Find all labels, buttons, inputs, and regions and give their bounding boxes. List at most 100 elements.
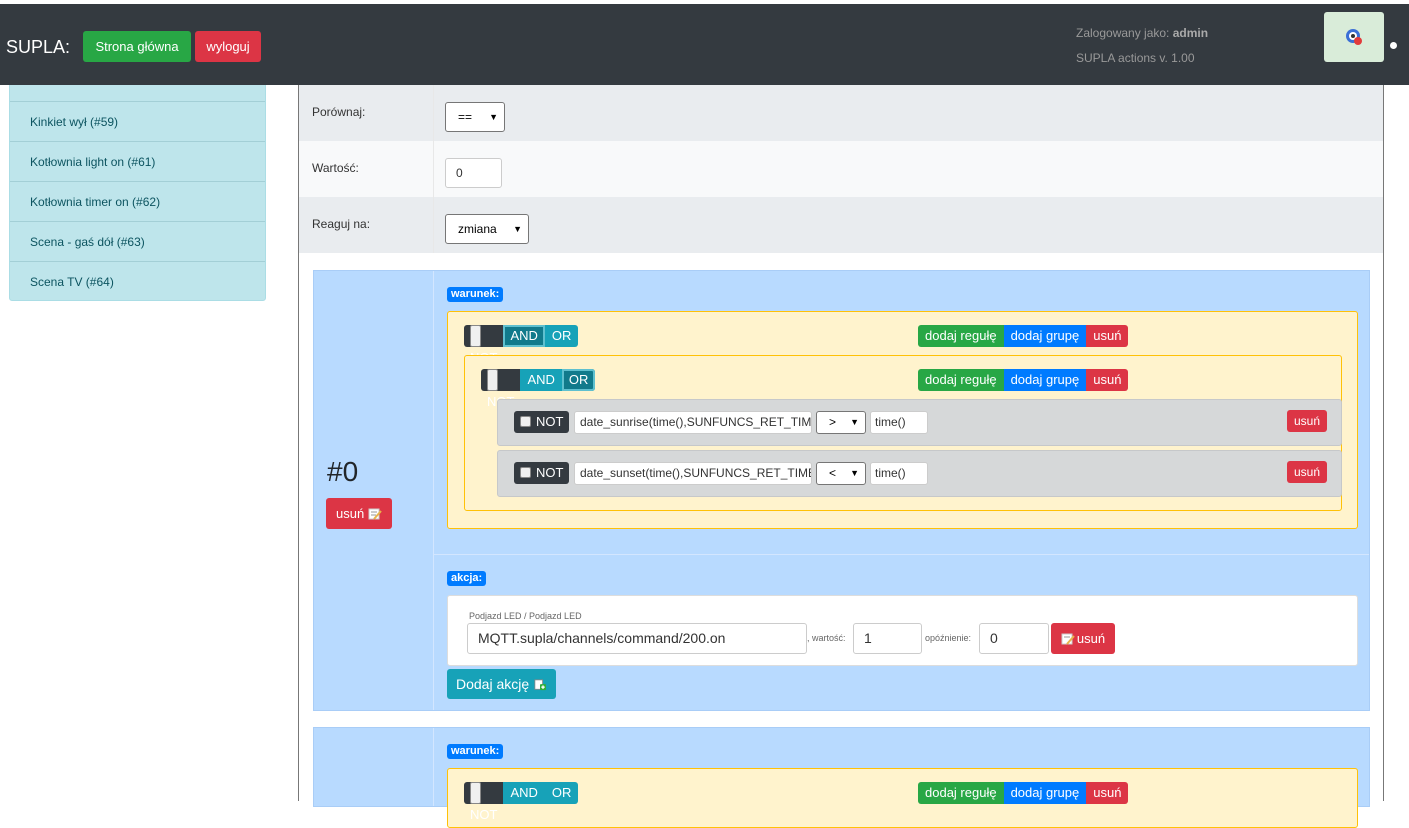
remove-leaf-button[interactable]: usuń (1286, 410, 1327, 432)
condition-group: NOT AND OR dodaj regułę dodaj grupę usuń (447, 768, 1358, 828)
condition-badge: warunek: (447, 287, 504, 302)
compare-label: Porównaj: (312, 105, 366, 119)
sidebar-item-label: Kotłownia timer on (#62) (30, 195, 161, 209)
main-panel: Porównaj: == ▼ Wartość: 0 Reaguj na: zmia… (298, 85, 1384, 828)
rule-left-column (314, 728, 434, 806)
delete-rule-label: usuń (336, 506, 365, 521)
edit-note-icon (1061, 633, 1075, 645)
sidebar-item[interactable]: Kotłownia timer on (#62) (10, 181, 265, 221)
home-button[interactable]: Strona główna (83, 31, 191, 62)
and-button[interactable]: AND (503, 325, 545, 347)
edit-note-icon (368, 508, 382, 520)
checkbox-icon (520, 416, 531, 427)
app-version: SUPLA actions v. 1.00 (1076, 51, 1195, 65)
condition-leaf: NOT date_sunrise(time(),SUNFUNCS_RET_TIM… (497, 399, 1342, 446)
add-document-icon (534, 679, 547, 691)
brand-label: SUPLA: (6, 37, 71, 57)
sidebar-item[interactable]: Scena - gaś dół (#63) (10, 221, 265, 261)
sidebar-item-label: Scena - gaś dół (#63) (30, 235, 145, 249)
value-label: Wartość: (312, 161, 359, 175)
remove-group-button[interactable]: usuń (1086, 369, 1129, 391)
delete-rule-button[interactable]: usuń (326, 498, 393, 529)
react-select[interactable]: zmiana ▼ (445, 214, 529, 244)
expression-input[interactable]: date_sunset(time(),SUNFUNCS_RET_TIME (574, 462, 812, 485)
logged-in-as: Zalogowany jako: admin (1076, 26, 1208, 40)
chevron-down-icon: ▼ (489, 112, 498, 122)
compare-value: == (458, 110, 473, 124)
react-row: Reaguj na: zmiana ▼ (299, 197, 1383, 253)
condition-subgroup: NOT AND OR dodaj regułę dodaj grupę usuń… (464, 355, 1342, 511)
group-operator-buttons: NOT AND OR (464, 325, 579, 365)
action-item: Podjazd LED / Podjazd LED MQTT.supla/cha… (447, 595, 1358, 666)
sidebar-item-label: Kinkiet wył (#59) (30, 115, 119, 129)
not-toggle[interactable]: NOT (464, 325, 504, 365)
or-button[interactable]: OR (544, 325, 579, 347)
or-button[interactable]: OR (561, 369, 596, 391)
remove-leaf-button[interactable]: usuń (1286, 461, 1327, 483)
condition-leaf: NOT date_sunset(time(),SUNFUNCS_RET_TIME… (497, 450, 1342, 497)
sidebar: Kinkiet wył (#59) Kotłownia light on (#6… (9, 60, 266, 301)
not-toggle[interactable]: NOT (481, 369, 521, 409)
add-action-label: Dodaj akcję (456, 676, 530, 692)
rhs-input[interactable]: time() (870, 462, 928, 485)
delete-action-label: usuń (1076, 631, 1106, 646)
operator-select[interactable]: < ▼ (816, 462, 866, 485)
top-navbar: SUPLA: Strona główna wyloguj Zalogowany … (0, 4, 1409, 85)
react-value: zmiana (458, 222, 497, 236)
section-divider (434, 554, 1369, 555)
add-rule-button[interactable]: dodaj regułę (918, 369, 1004, 391)
user-avatar[interactable] (1324, 12, 1384, 62)
row-divider (433, 85, 434, 141)
react-label: Reaguj na: (312, 217, 371, 231)
not-label: NOT (536, 465, 564, 480)
action-delay-label: opóźnienie: (925, 633, 972, 643)
value-input[interactable]: 0 (445, 158, 502, 188)
rule-block: #0 usuń warunek: NOT AND OR dodaj regułę… (313, 270, 1370, 711)
not-toggle[interactable]: NOT (514, 462, 570, 484)
not-label: NOT (470, 807, 498, 822)
group-action-buttons: dodaj regułę dodaj grupę usuń (918, 369, 1129, 391)
expression-input[interactable]: date_sunrise(time(),SUNFUNCS_RET_TIMI (574, 411, 812, 434)
row-divider (433, 141, 434, 197)
not-toggle[interactable]: NOT (514, 411, 570, 433)
checkbox-icon (520, 467, 531, 478)
operator-value: < (829, 466, 837, 480)
logged-user: admin (1172, 26, 1209, 40)
action-value-input[interactable]: 1 (853, 623, 922, 654)
sidebar-item[interactable]: Kinkiet wył (#59) (10, 101, 265, 141)
operator-value: > (829, 415, 837, 429)
value-row: Wartość: 0 (299, 141, 1383, 197)
action-badge: akcja: (447, 571, 487, 586)
avatar-icon (1346, 29, 1362, 45)
logged-prefix: Zalogowany jako: (1076, 26, 1173, 40)
compare-select[interactable]: == ▼ (445, 102, 505, 132)
delete-action-button[interactable]: usuń (1051, 623, 1115, 654)
chevron-down-icon: ▼ (850, 417, 859, 427)
sidebar-item[interactable]: Kotłownia light on (#61) (10, 141, 265, 181)
add-group-button[interactable]: dodaj grupę (1003, 325, 1087, 347)
action-device-label: Podjazd LED / Podjazd LED (469, 611, 582, 621)
rule-number: #0 (327, 456, 359, 487)
logout-button[interactable]: wyloguj (195, 31, 261, 62)
add-rule-button[interactable]: dodaj regułę (918, 325, 1004, 347)
checkbox-icon (470, 325, 481, 347)
add-action-button[interactable]: Dodaj akcję (447, 669, 557, 699)
action-delay-input[interactable]: 0 (979, 623, 1049, 654)
sidebar-item-label: Scena TV (#64) (30, 275, 114, 289)
rule-block: warunek: NOT AND OR dodaj regułę dodaj g… (313, 727, 1370, 828)
action-command-input[interactable]: MQTT.supla/channels/command/200.on (467, 623, 807, 654)
chevron-down-icon: ▼ (513, 224, 522, 234)
sidebar-item[interactable]: Scena TV (#64) (10, 261, 265, 301)
and-button[interactable]: AND (520, 369, 562, 391)
group-operator-buttons: NOT AND OR (481, 369, 596, 409)
rhs-input[interactable]: time() (870, 411, 928, 434)
add-group-button[interactable]: dodaj grupę (1003, 369, 1087, 391)
condition-group: NOT AND OR dodaj regułę dodaj grupę usuń… (447, 311, 1358, 529)
status-dot (1390, 42, 1397, 49)
sidebar-item-label: Kotłownia light on (#61) (30, 155, 156, 169)
remove-group-button[interactable]: usuń (1086, 325, 1129, 347)
operator-select[interactable]: > ▼ (816, 411, 866, 434)
row-divider (433, 197, 434, 253)
checkbox-icon (487, 369, 498, 391)
chevron-down-icon: ▼ (850, 468, 859, 478)
